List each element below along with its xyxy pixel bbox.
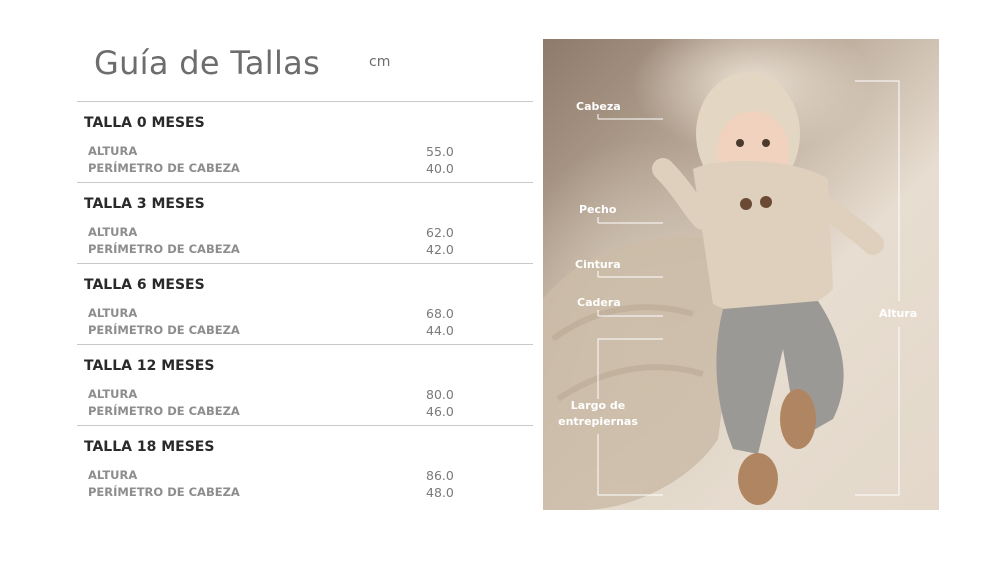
size-group-title: TALLA 12 MESES <box>84 358 215 374</box>
row-label: ALTURA <box>88 468 138 482</box>
row-label: PERÍMETRO DE CABEZA <box>88 161 240 175</box>
row-label: ALTURA <box>88 387 138 401</box>
size-group-title: TALLA 3 MESES <box>84 196 205 212</box>
row-value: 68.0 <box>426 306 454 321</box>
unit-label: cm <box>369 54 391 70</box>
page-title: Guía de Tallas <box>94 44 321 82</box>
label-largo-line1: Largo de <box>570 399 626 412</box>
size-group-title: TALLA 0 MESES <box>84 115 205 131</box>
label-cabeza: Cabeza <box>576 100 621 113</box>
row-value: 44.0 <box>426 323 454 338</box>
row-value: 86.0 <box>426 468 454 483</box>
size-group-12-meses: TALLA 12 MESES ALTURA 80.0 PERÍMETRO DE … <box>77 344 533 425</box>
label-cintura: Cintura <box>575 258 621 271</box>
row-value: 62.0 <box>426 225 454 240</box>
row-label: PERÍMETRO DE CABEZA <box>88 485 240 499</box>
row-label: PERÍMETRO DE CABEZA <box>88 323 240 337</box>
label-cadera: Cadera <box>577 296 621 309</box>
baby-measurement-photo: Cabeza Pecho Cintura Cadera Largo de ent… <box>543 39 939 510</box>
row-value: 48.0 <box>426 485 454 500</box>
row-value: 42.0 <box>426 242 454 257</box>
size-group-6-meses: TALLA 6 MESES ALTURA 68.0 PERÍMETRO DE C… <box>77 263 533 344</box>
row-value: 80.0 <box>426 387 454 402</box>
label-largo-entrepiernas: Largo de entrepiernas <box>555 398 641 430</box>
row-label: ALTURA <box>88 225 138 239</box>
size-group-0-meses: TALLA 0 MESES ALTURA 55.0 PERÍMETRO DE C… <box>77 101 533 182</box>
label-altura: Altura <box>879 307 918 320</box>
size-group-18-meses: TALLA 18 MESES ALTURA 86.0 PERÍMETRO DE … <box>77 425 533 506</box>
row-label: PERÍMETRO DE CABEZA <box>88 404 240 418</box>
size-group-3-meses: TALLA 3 MESES ALTURA 62.0 PERÍMETRO DE C… <box>77 182 533 263</box>
row-value: 46.0 <box>426 404 454 419</box>
row-label: ALTURA <box>88 144 138 158</box>
row-value: 55.0 <box>426 144 454 159</box>
size-group-title: TALLA 18 MESES <box>84 439 215 455</box>
row-label: PERÍMETRO DE CABEZA <box>88 242 240 256</box>
row-label: ALTURA <box>88 306 138 320</box>
label-largo-line2: entrepiernas <box>558 415 638 428</box>
label-pecho: Pecho <box>579 203 617 216</box>
row-value: 40.0 <box>426 161 454 176</box>
size-group-title: TALLA 6 MESES <box>84 277 205 293</box>
size-table: TALLA 0 MESES ALTURA 55.0 PERÍMETRO DE C… <box>77 101 533 506</box>
